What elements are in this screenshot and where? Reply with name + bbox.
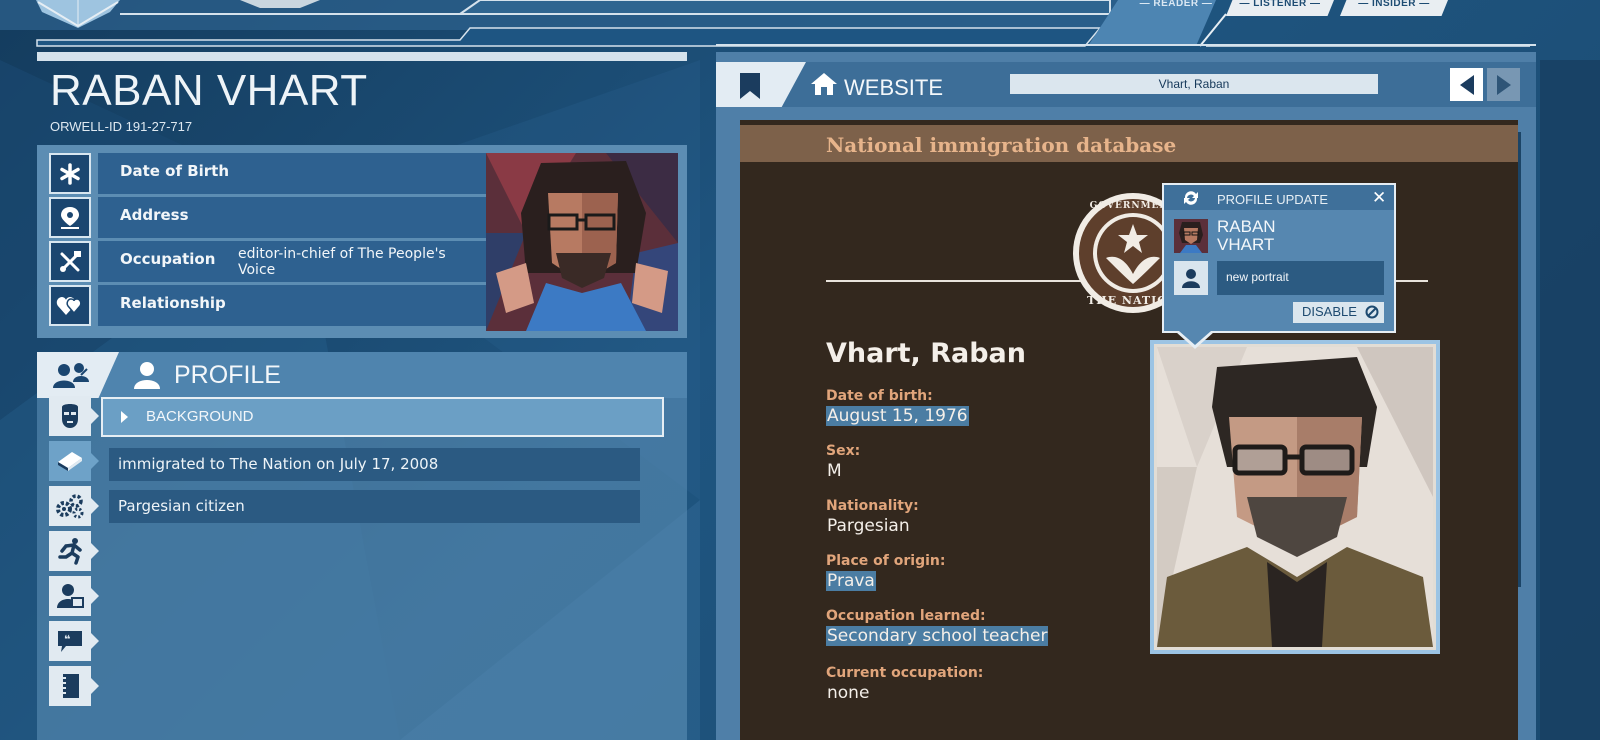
person-name: RABAN VHART [50, 66, 368, 115]
mode-tab-reader[interactable]: — READER — [1136, 0, 1216, 16]
popup-title: PROFILE UPDATE [1217, 192, 1329, 207]
profile-title: PROFILE [174, 361, 281, 389]
field-label: Occupation learned: [826, 608, 986, 624]
tools-icon [49, 241, 91, 282]
gears-icon [56, 494, 84, 519]
svg-text:❝: ❝ [64, 633, 70, 646]
popup-pointer-fill [1179, 331, 1211, 345]
popup-name-first: RABAN [1217, 217, 1276, 236]
profile-panel: PROFILE ❝ BACKGROUND immigrated to The N… [37, 352, 687, 740]
field-label: Nationality: [826, 498, 919, 514]
field-value-highlighted[interactable]: Prava [826, 571, 876, 591]
home-icon [811, 72, 837, 100]
webpage-content: National immigration database GOVERNMENT… [740, 120, 1518, 740]
field-value: none [827, 683, 870, 703]
field-value: Pargesian [827, 516, 910, 536]
site-header: National immigration database [740, 125, 1518, 162]
mode-tab-insider[interactable]: — INSIDER — [1340, 0, 1448, 16]
info-card: Date of Birth Address Occupation editor-i… [37, 145, 687, 338]
field-label: Place of origin: [826, 553, 946, 569]
side-tab-notes[interactable] [49, 666, 99, 706]
record-portrait[interactable] [1150, 340, 1440, 654]
sync-icon [1182, 190, 1200, 210]
disable-button[interactable]: DISABLE [1293, 302, 1384, 323]
running-icon [58, 538, 82, 565]
bookmark-icon [740, 73, 760, 99]
website-tab-label[interactable]: WEBSITE [844, 75, 943, 101]
notebook-icon [60, 674, 79, 698]
address-bar[interactable]: Vhart, Raban [1010, 74, 1378, 94]
person-portrait [486, 153, 678, 331]
arrow-left-icon [1459, 74, 1474, 95]
background-section-header[interactable]: BACKGROUND [101, 397, 664, 437]
caret-right-icon [121, 411, 128, 423]
record-name: Vhart, Raban [826, 338, 1026, 369]
left-panel-divider [37, 52, 687, 61]
info-label: Date of Birth [120, 162, 230, 180]
side-tab-settings[interactable] [49, 486, 99, 526]
people-icon [53, 363, 89, 388]
face-icon [62, 404, 78, 428]
back-button[interactable] [1450, 68, 1483, 101]
forward-button[interactable] [1487, 68, 1520, 101]
speech-bubble-icon: ❝ [58, 631, 82, 652]
field-value-highlighted[interactable]: August 15, 1976 [826, 406, 969, 426]
profile-update-popup: PROFILE UPDATE ✕ RABAN VHART new portrai… [1162, 183, 1396, 333]
person-icon [133, 360, 161, 394]
background-label: BACKGROUND [146, 408, 254, 425]
occupation-value: editor-in-chief of The People's Voice [238, 246, 446, 278]
close-icon[interactable]: ✕ [1372, 188, 1386, 208]
background-entry[interactable]: immigrated to The Nation on July 17, 200… [109, 448, 640, 481]
mode-tab-listener[interactable]: — LISTENER — [1226, 0, 1334, 16]
field-label: Date of birth: [826, 388, 933, 404]
person-badge-icon [57, 584, 84, 608]
asterisk-icon [49, 153, 91, 194]
side-tab-quotes[interactable]: ❝ [49, 621, 99, 661]
field-label: Current occupation: [826, 665, 984, 681]
side-tab-background[interactable] [49, 441, 99, 481]
field-value-highlighted[interactable]: Secondary school teacher [826, 626, 1049, 646]
popup-avatar [1174, 219, 1208, 253]
background-entry[interactable]: Pargesian citizen [109, 490, 640, 523]
hearts-icon [49, 285, 91, 326]
popup-person-name: RABAN VHART [1217, 218, 1337, 254]
top-bar: — READER — — LISTENER — — INSIDER — [0, 0, 1600, 48]
orwell-id: ORWELL-ID 191-27-717 [50, 119, 193, 134]
disable-label: DISABLE [1302, 304, 1357, 319]
field-value: M [827, 461, 842, 481]
arrow-right-icon [1496, 74, 1511, 95]
right-panel-divider [716, 44, 1536, 46]
info-label: Address [120, 206, 189, 224]
info-label: Occupation [120, 250, 216, 268]
location-pin-icon [49, 197, 91, 238]
popup-update-detail: new portrait [1217, 261, 1384, 295]
side-tab-activity[interactable] [49, 531, 99, 571]
field-label: Sex: [826, 443, 861, 459]
info-label: Relationship [120, 294, 226, 312]
person-icon [1174, 261, 1208, 295]
side-tab-contacts[interactable] [49, 576, 99, 616]
site-title: National immigration database [826, 133, 1177, 157]
book-icon [58, 452, 82, 471]
side-tab-face[interactable] [49, 396, 99, 436]
popup-name-last: VHART [1217, 235, 1275, 254]
block-icon [1365, 305, 1379, 319]
